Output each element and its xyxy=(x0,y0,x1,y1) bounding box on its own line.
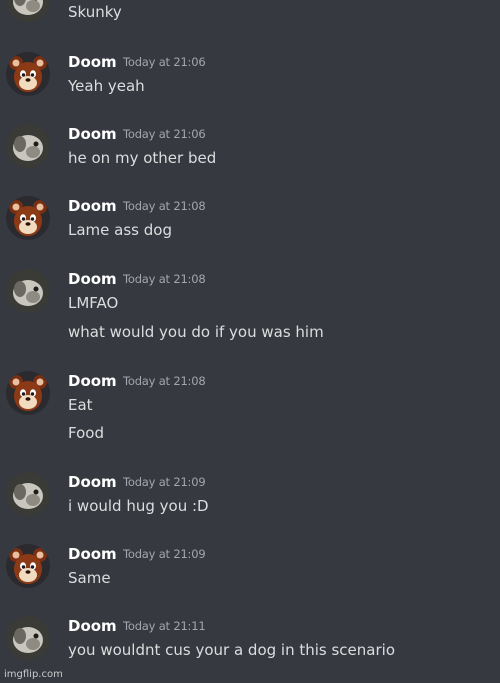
username[interactable]: Doom xyxy=(68,124,117,144)
message-text: Yeah yeah xyxy=(68,77,145,95)
message-text: Eat xyxy=(68,396,93,414)
message-text: LMFAO xyxy=(68,294,119,312)
dog-avatar[interactable] xyxy=(6,472,50,516)
timestamp: Today at 21:06 xyxy=(123,127,206,141)
timestamp: Today at 21:08 xyxy=(123,199,206,213)
timestamp: Today at 21:08 xyxy=(123,374,206,388)
dog-avatar[interactable] xyxy=(6,616,50,660)
chipmunk-avatar[interactable] xyxy=(6,371,50,415)
username[interactable]: Doom xyxy=(68,544,117,564)
timestamp: Today at 21:11 xyxy=(123,619,206,633)
chat-messages: Skunky Doom Today at 21:06 Yeah yeah Doo… xyxy=(0,0,500,683)
message-text: you wouldnt cus your a dog in this scena… xyxy=(68,641,395,659)
dog-avatar[interactable] xyxy=(6,269,50,313)
username[interactable]: Doom xyxy=(68,52,117,72)
message-text: he on my other bed xyxy=(68,149,217,167)
timestamp: Today at 21:09 xyxy=(123,547,206,561)
timestamp: Today at 21:08 xyxy=(123,272,206,286)
username[interactable]: Doom xyxy=(68,269,117,289)
message-text: Same xyxy=(68,569,111,587)
chipmunk-avatar[interactable] xyxy=(6,52,50,96)
imgflip-watermark: imgflip.com xyxy=(4,669,63,680)
timestamp: Today at 21:06 xyxy=(123,55,206,69)
timestamp: Today at 21:09 xyxy=(123,475,206,489)
dog-avatar[interactable] xyxy=(6,124,50,168)
username[interactable]: Doom xyxy=(68,472,117,492)
username[interactable]: Doom xyxy=(68,371,117,391)
username[interactable]: Doom xyxy=(68,196,117,216)
message-text: Food xyxy=(68,424,104,442)
message-text: i would hug you :D xyxy=(68,497,209,515)
message-text: what would you do if you was him xyxy=(68,323,324,341)
dog-avatar[interactable] xyxy=(6,0,50,22)
message-text: Lame ass dog xyxy=(68,221,172,239)
chipmunk-avatar[interactable] xyxy=(6,196,50,240)
chipmunk-avatar[interactable] xyxy=(6,544,50,588)
message-text: Skunky xyxy=(68,3,122,21)
username[interactable]: Doom xyxy=(68,616,117,636)
